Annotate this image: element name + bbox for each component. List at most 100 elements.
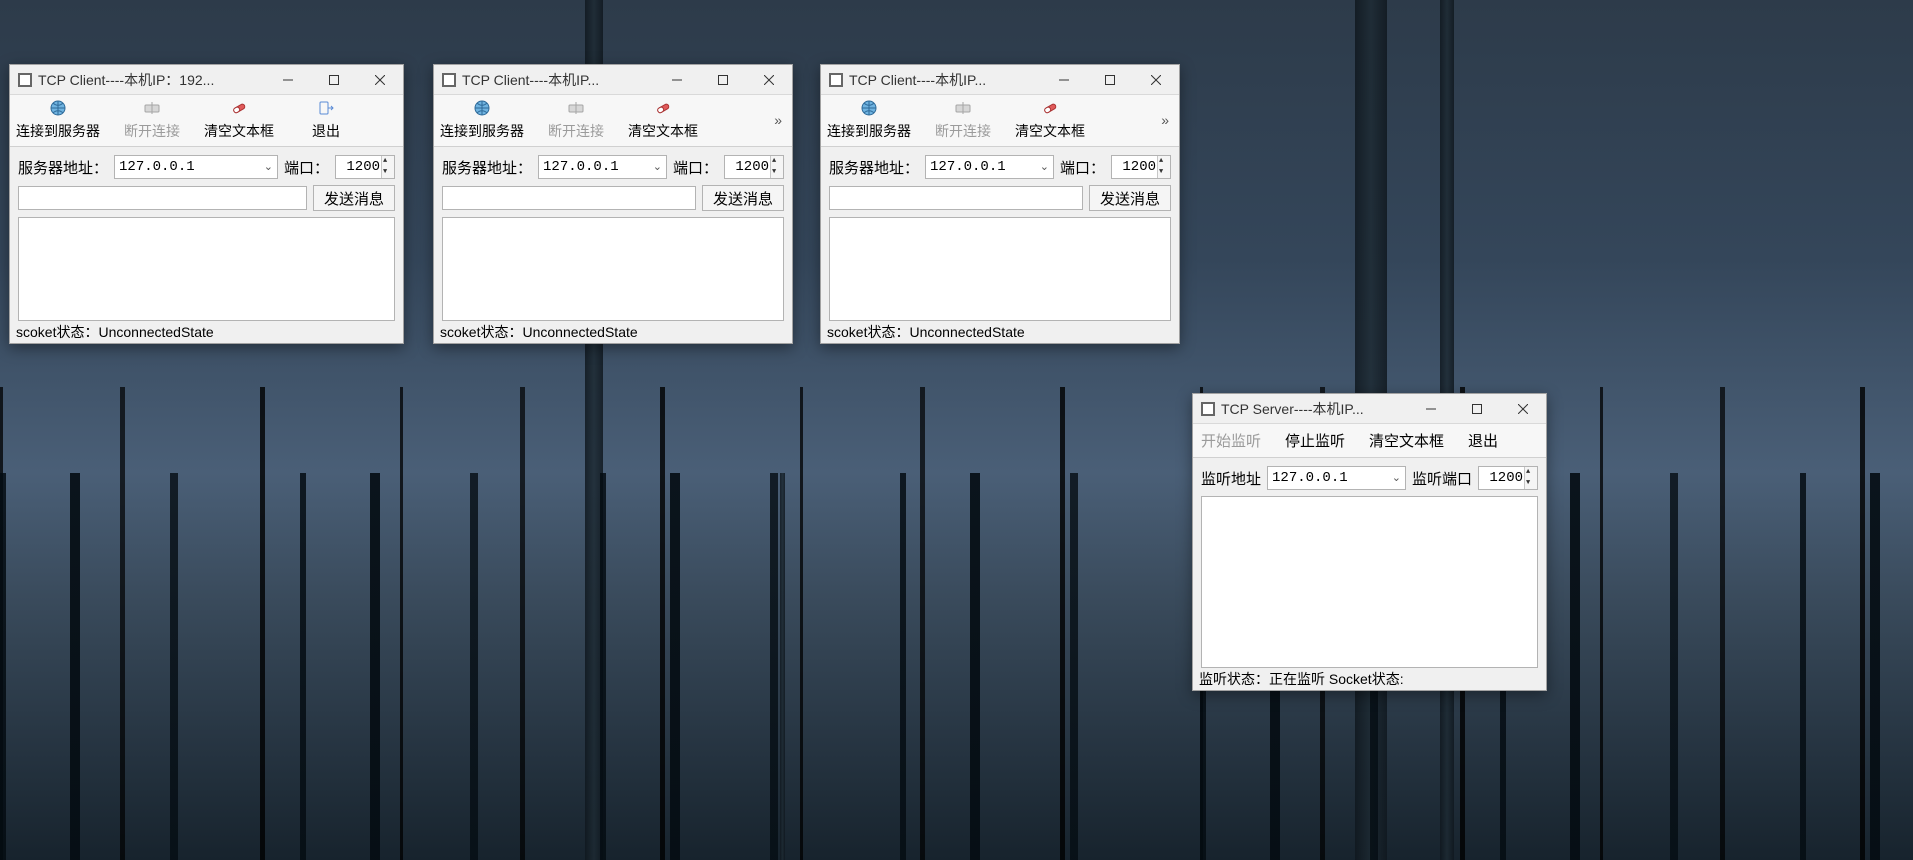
window-controls [1408,394,1546,423]
toolbar-overflow-button[interactable]: » [770,112,786,128]
close-icon [1151,75,1161,85]
status-prefix: scoket状态： [16,322,98,342]
statusbar: scoket状态： UnconnectedState [821,321,1179,343]
clear-icon [230,99,248,117]
titlebar[interactable]: TCP Client----本机IP... [434,65,792,95]
port-value: 1200 [346,159,380,175]
log-textarea[interactable] [18,217,395,321]
minimize-button[interactable] [654,65,700,94]
listen-addr-value: 127.0.0.1 [1272,470,1348,486]
server-addr-combo[interactable]: 127.0.0.1 ⌄ [925,155,1054,179]
maximize-button[interactable] [700,65,746,94]
maximize-icon [1472,404,1482,414]
disconnect-label: 断开连接 [548,121,604,141]
close-icon [1518,404,1528,414]
client-form: 服务器地址： 127.0.0.1 ⌄ 端口： 1200 ▲▼ 发送消息 [10,147,403,217]
clear-text-button[interactable]: 清空文本框 [204,99,274,141]
tcp-client-window[interactable]: TCP Client----本机IP... 连接到服务器 断开连接 [820,64,1180,344]
port-label: 端口： [284,157,329,178]
port-spin[interactable]: 1200 ▲▼ [724,155,784,179]
message-input[interactable] [18,186,307,210]
window-title: TCP Client----本机IP... [462,70,654,90]
send-button[interactable]: 发送消息 [702,185,784,211]
minimize-icon [672,75,682,85]
exit-button[interactable]: 退出 [296,99,356,141]
minimize-button[interactable] [1041,65,1087,94]
maximize-button[interactable] [311,65,357,94]
server-addr-label: 服务器地址： [442,157,532,178]
listen-port-spin[interactable]: 1200 ▲▼ [1478,466,1538,490]
listen-addr-combo[interactable]: 127.0.0.1 ⌄ [1267,466,1406,490]
status-value: UnconnectedState [522,324,637,340]
port-value: 1200 [735,159,769,175]
minimize-icon [1426,404,1436,414]
clear-text-button[interactable]: 清空文本框 [1015,99,1085,141]
disconnect-button[interactable]: 断开连接 [122,99,182,141]
titlebar[interactable]: TCP Client----本机IP... [821,65,1179,95]
connect-button[interactable]: 连接到服务器 [16,99,100,141]
port-spin[interactable]: 1200 ▲▼ [1111,155,1171,179]
app-icon [18,73,32,87]
message-input[interactable] [829,186,1083,210]
log-textarea[interactable] [442,217,784,321]
close-icon [764,75,774,85]
statusbar: scoket状态： UnconnectedState [434,321,792,343]
disconnect-button[interactable]: 断开连接 [546,99,606,141]
status-value: UnconnectedState [98,324,213,340]
clear-label: 清空文本框 [628,121,698,141]
listen-port-label: 监听端口 [1412,468,1472,489]
disconnect-icon [567,99,585,117]
server-addr-combo[interactable]: 127.0.0.1 ⌄ [114,155,278,179]
disconnect-icon [954,99,972,117]
server-addr-label: 服务器地址： [18,157,108,178]
app-icon [829,73,843,87]
close-button[interactable] [746,65,792,94]
listen-port-value: 1200 [1489,470,1523,486]
bg-tree [780,473,785,860]
exit-button[interactable]: 退出 [1468,430,1498,451]
spin-arrows-icon: ▲▼ [383,156,393,178]
message-input[interactable] [442,186,696,210]
app-icon [442,73,456,87]
minimize-button[interactable] [265,65,311,94]
minimize-button[interactable] [1408,394,1454,423]
toolbar-overflow-button[interactable]: » [1157,112,1173,128]
log-textarea[interactable] [1201,496,1538,668]
tcp-server-window[interactable]: TCP Server----本机IP... 开始监听 停止监听 清空文本框 退出… [1192,393,1547,691]
clear-label: 清空文本框 [1015,121,1085,141]
tcp-client-window[interactable]: TCP Client----本机IP：192... 连接到服务器 断开连接 [9,64,404,344]
clear-text-button[interactable]: 清空文本框 [1369,430,1444,451]
disconnect-label: 断开连接 [124,121,180,141]
window-controls [265,65,403,94]
statusbar: 监听状态：正在监听 Socket状态: [1193,668,1546,690]
connect-button[interactable]: 连接到服务器 [440,99,524,141]
app-icon [1201,402,1215,416]
maximize-button[interactable] [1087,65,1133,94]
send-button[interactable]: 发送消息 [313,185,395,211]
disconnect-button[interactable]: 断开连接 [933,99,993,141]
send-label: 发送消息 [1100,188,1160,209]
start-listen-button[interactable]: 开始监听 [1201,430,1261,451]
titlebar[interactable]: TCP Server----本机IP... [1193,394,1546,424]
close-button[interactable] [1500,394,1546,423]
tcp-client-window[interactable]: TCP Client----本机IP... 连接到服务器 断开连接 [433,64,793,344]
send-button[interactable]: 发送消息 [1089,185,1171,211]
server-addr-combo[interactable]: 127.0.0.1 ⌄ [538,155,667,179]
window-title: TCP Server----本机IP... [1221,399,1408,419]
log-textarea[interactable] [829,217,1171,321]
clear-icon [654,99,672,117]
status-prefix: scoket状态： [440,322,522,342]
port-spin[interactable]: 1200 ▲▼ [335,155,395,179]
titlebar[interactable]: TCP Client----本机IP：192... [10,65,403,95]
maximize-icon [329,75,339,85]
connect-button[interactable]: 连接到服务器 [827,99,911,141]
exit-label: 退出 [312,121,340,141]
close-button[interactable] [1133,65,1179,94]
clear-text-button[interactable]: 清空文本框 [628,99,698,141]
port-value: 1200 [1122,159,1156,175]
close-button[interactable] [357,65,403,94]
stop-listen-button[interactable]: 停止监听 [1285,430,1345,451]
maximize-button[interactable] [1454,394,1500,423]
clear-label: 清空文本框 [204,121,274,141]
client-toolbar: 连接到服务器 断开连接 清空文本框 » [434,95,792,147]
